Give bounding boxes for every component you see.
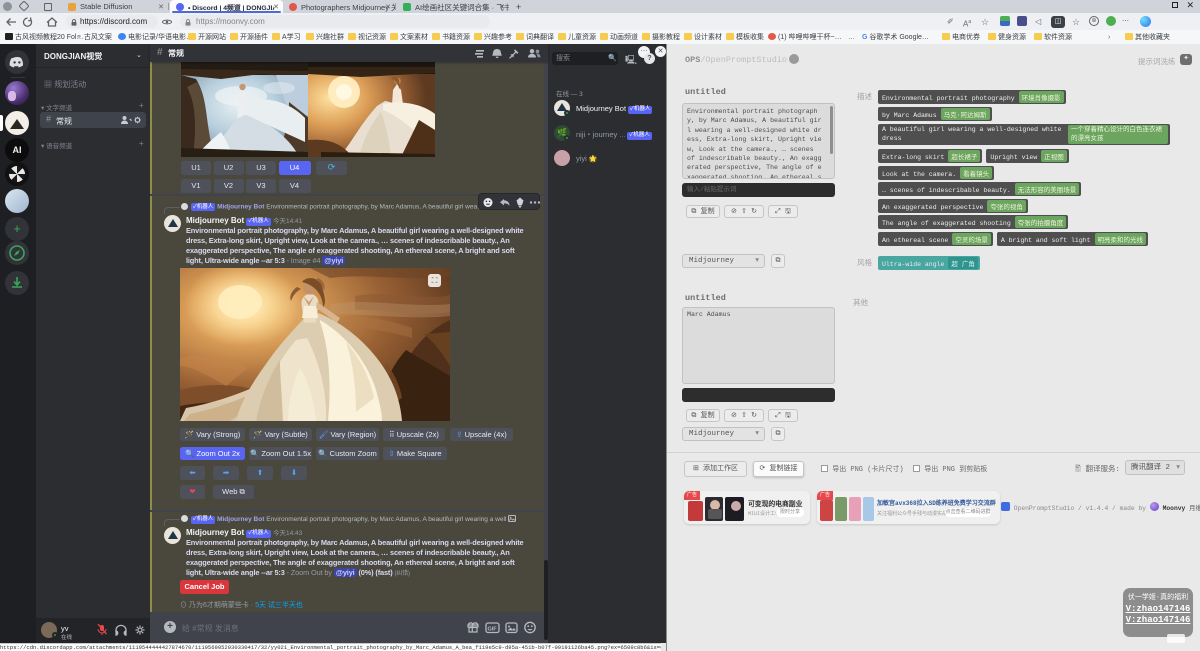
svg-text:GIF: GIF [488, 627, 498, 633]
